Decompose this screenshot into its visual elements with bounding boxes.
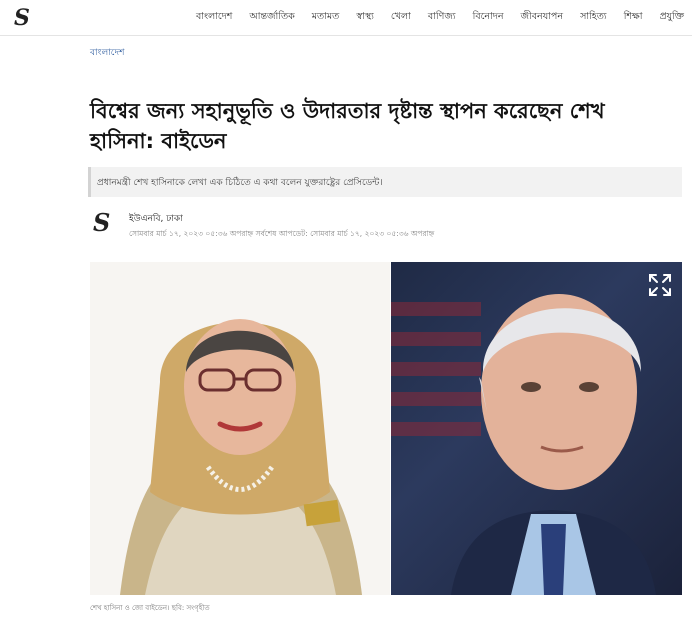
image-caption: শেখ হাসিনা ও জো বাইডেন। ছবি: সংগৃহীত: [90, 604, 210, 612]
nav-item-opinion[interactable]: মতামত: [312, 10, 340, 25]
nav-item-literature[interactable]: সাহিত্য: [580, 10, 607, 25]
portrait-left-illustration: [120, 319, 362, 595]
nav-item-lifestyle[interactable]: জীবনযাপন: [521, 10, 564, 25]
nav-item-sports[interactable]: খেলা: [391, 10, 411, 25]
main-nav: বাংলাদেশ আন্তর্জাতিক মতামত স্বাস্থ্য খেল…: [179, 0, 684, 34]
article-headline: বিশ্বের জন্য সহানুভূতি ও উদারতার দৃষ্টান…: [90, 99, 605, 153]
nav-item-bangladesh[interactable]: বাংলাদেশ: [196, 10, 232, 25]
portrait-right-illustration: [451, 294, 656, 595]
top-navigation-bar: S বাংলাদেশ আন্তর্জাতিক মতামত স্বাস্থ্য খ…: [0, 0, 692, 36]
nav-item-education[interactable]: শিক্ষা: [624, 10, 643, 25]
author-logo-icon: S: [93, 208, 111, 237]
breadcrumb-section[interactable]: বাংলাদেশ: [90, 45, 124, 60]
author-name[interactable]: ইউএনবি, ঢাকা: [129, 211, 183, 226]
photo-joe-biden: [391, 262, 682, 595]
expand-icon[interactable]: [647, 272, 673, 298]
photo-sheikh-hasina: [90, 262, 390, 595]
article-timestamp: সোমবার মার্চ ১৭, ২০২৩ ০৫:৩৬ অপরাহ্ন সর্ব…: [129, 229, 435, 238]
article-summary: প্রধানমন্ত্রী শেখ হাসিনাকে লেখা এক চিঠিত…: [88, 167, 682, 197]
nav-item-business[interactable]: বাণিজ্য: [428, 10, 456, 25]
nav-item-technology[interactable]: প্রযুক্তি: [659, 10, 684, 25]
nav-item-health[interactable]: স্বাস্থ্য: [356, 10, 374, 25]
nav-item-international[interactable]: আন্তর্জাতিক: [249, 10, 294, 25]
site-logo-icon[interactable]: S: [14, 6, 32, 30]
nav-item-entertainment[interactable]: বিনোদন: [473, 10, 504, 25]
article-hero-image[interactable]: [90, 262, 682, 595]
